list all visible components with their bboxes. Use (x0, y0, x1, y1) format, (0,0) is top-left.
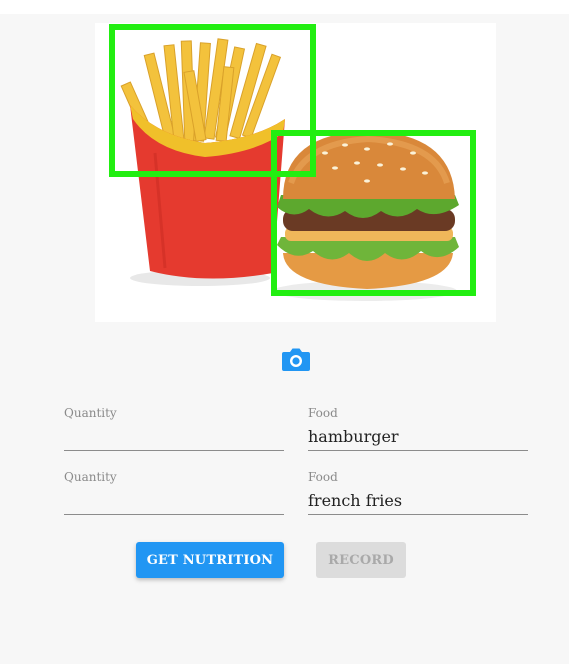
food-input[interactable] (308, 486, 528, 515)
food-input[interactable] (308, 422, 528, 451)
french-fries-illustration (120, 38, 285, 286)
food-photo-illustration (109, 24, 476, 301)
food-field-2: Food (308, 470, 528, 522)
food-label: Food (308, 470, 338, 484)
food-field-1: Food (308, 406, 528, 458)
record-button[interactable]: RECORD (316, 542, 406, 578)
quantity-field-2: Quantity (64, 470, 284, 522)
quantity-label: Quantity (64, 406, 117, 420)
quantity-label: Quantity (64, 470, 117, 484)
hamburger-illustration (273, 131, 459, 301)
quantity-field-1: Quantity (64, 406, 284, 458)
food-photo (95, 23, 496, 322)
quantity-input[interactable] (64, 422, 284, 451)
food-label: Food (308, 406, 338, 420)
camera-icon (282, 348, 310, 371)
camera-button[interactable] (281, 345, 311, 373)
quantity-input[interactable] (64, 486, 284, 515)
get-nutrition-button[interactable]: GET NUTRITION (136, 542, 284, 578)
